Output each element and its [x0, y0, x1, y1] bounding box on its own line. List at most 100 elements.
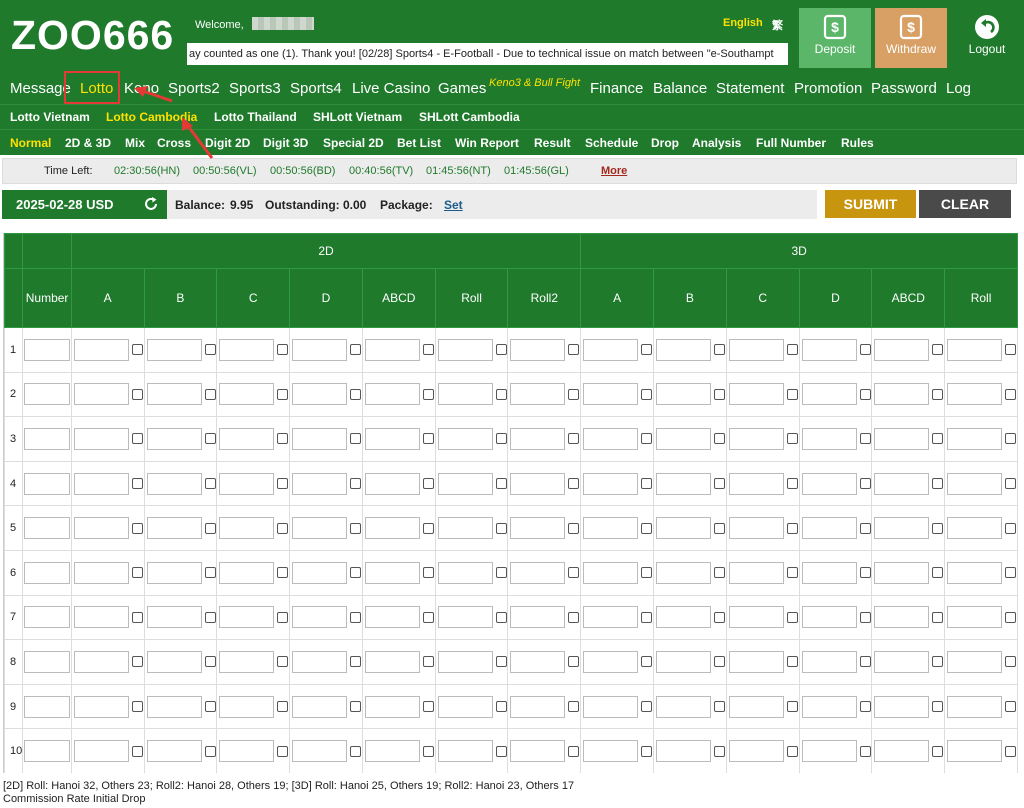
amount-input[interactable] [73, 561, 129, 584]
amount-input[interactable] [219, 383, 275, 406]
amount-input[interactable] [292, 338, 348, 361]
bet-checkbox[interactable] [204, 701, 216, 713]
bet-checkbox[interactable] [568, 478, 580, 490]
amount-input[interactable] [146, 427, 202, 450]
bet-checkbox[interactable] [641, 433, 653, 445]
bet-checkbox[interactable] [1005, 701, 1017, 713]
amount-input[interactable] [874, 427, 930, 450]
bet-checkbox[interactable] [204, 478, 216, 490]
bet-checkbox[interactable] [422, 388, 434, 400]
amount-input[interactable] [583, 472, 639, 495]
bet-checkbox[interactable] [350, 388, 362, 400]
amount-input[interactable] [510, 472, 566, 495]
bet-checkbox[interactable] [277, 433, 289, 445]
amount-input[interactable] [801, 472, 857, 495]
amount-input[interactable] [437, 517, 493, 540]
bet-checkbox[interactable] [786, 388, 798, 400]
bet-checkbox[interactable] [1005, 478, 1017, 490]
bet-checkbox[interactable] [1005, 388, 1017, 400]
bet-checkbox[interactable] [422, 433, 434, 445]
bet-checkbox[interactable] [277, 522, 289, 534]
bet-checkbox[interactable] [641, 745, 653, 757]
amount-input[interactable] [364, 561, 420, 584]
amount-input[interactable] [437, 740, 493, 763]
bet-checkbox[interactable] [1005, 611, 1017, 623]
amount-input[interactable] [728, 606, 784, 629]
amount-input[interactable] [947, 427, 1003, 450]
amount-input[interactable] [728, 472, 784, 495]
amount-input[interactable] [801, 427, 857, 450]
amount-input[interactable] [728, 517, 784, 540]
bet-checkbox[interactable] [495, 701, 507, 713]
amount-input[interactable] [146, 472, 202, 495]
bet-checkbox[interactable] [1005, 567, 1017, 579]
amount-input[interactable] [656, 561, 711, 584]
amount-input[interactable] [292, 740, 348, 763]
amount-input[interactable] [437, 695, 493, 718]
bet-checkbox[interactable] [422, 344, 434, 356]
amount-input[interactable] [510, 561, 566, 584]
tab-cross[interactable]: Cross [157, 136, 191, 150]
tab-analysis[interactable]: Analysis [692, 136, 741, 150]
bet-checkbox[interactable] [568, 745, 580, 757]
nav-keno[interactable]: Keno [124, 80, 159, 97]
tab-digit-3d[interactable]: Digit 3D [263, 136, 308, 150]
amount-input[interactable] [219, 650, 275, 673]
amount-input[interactable] [364, 338, 420, 361]
bet-checkbox[interactable] [1005, 344, 1017, 356]
amount-input[interactable] [874, 561, 930, 584]
bet-checkbox[interactable] [568, 701, 580, 713]
bet-checkbox[interactable] [277, 611, 289, 623]
amount-input[interactable] [583, 606, 639, 629]
bet-checkbox[interactable] [714, 388, 725, 400]
bet-checkbox[interactable] [786, 656, 798, 668]
bet-checkbox[interactable] [422, 656, 434, 668]
bet-checkbox[interactable] [495, 611, 507, 623]
amount-input[interactable] [510, 606, 566, 629]
bet-checkbox[interactable] [786, 611, 798, 623]
bet-checkbox[interactable] [277, 745, 289, 757]
amount-input[interactable] [146, 383, 202, 406]
subnav-lotto-cambodia[interactable]: Lotto Cambodia [106, 110, 197, 124]
amount-input[interactable] [219, 606, 275, 629]
bet-checkbox[interactable] [714, 344, 725, 356]
bet-checkbox[interactable] [495, 478, 507, 490]
amount-input[interactable] [728, 695, 784, 718]
amount-input[interactable] [947, 740, 1003, 763]
bet-checkbox[interactable] [422, 745, 434, 757]
bet-checkbox[interactable] [641, 656, 653, 668]
amount-input[interactable] [437, 650, 493, 673]
bet-checkbox[interactable] [786, 567, 798, 579]
amount-input[interactable] [583, 561, 639, 584]
more-times-link[interactable]: More [601, 165, 627, 177]
bet-checkbox[interactable] [714, 656, 725, 668]
tab-result[interactable]: Result [534, 136, 571, 150]
number-input[interactable] [24, 383, 71, 406]
amount-input[interactable] [364, 695, 420, 718]
amount-input[interactable] [801, 740, 857, 763]
amount-input[interactable] [728, 383, 784, 406]
amount-input[interactable] [874, 695, 930, 718]
amount-input[interactable] [219, 427, 275, 450]
amount-input[interactable] [73, 740, 129, 763]
tab-normal[interactable]: Normal [10, 136, 51, 150]
amount-input[interactable] [583, 427, 639, 450]
amount-input[interactable] [364, 472, 420, 495]
bet-checkbox[interactable] [859, 701, 871, 713]
amount-input[interactable] [874, 338, 930, 361]
bet-checkbox[interactable] [495, 522, 507, 534]
bet-checkbox[interactable] [495, 344, 507, 356]
number-input[interactable] [24, 650, 71, 673]
bet-checkbox[interactable] [131, 388, 143, 400]
amount-input[interactable] [728, 561, 784, 584]
amount-input[interactable] [437, 427, 493, 450]
bet-checkbox[interactable] [786, 522, 798, 534]
amount-input[interactable] [801, 517, 857, 540]
tab-digit-2d[interactable]: Digit 2D [205, 136, 250, 150]
amount-input[interactable] [146, 740, 202, 763]
amount-input[interactable] [73, 472, 129, 495]
amount-input[interactable] [728, 650, 784, 673]
amount-input[interactable] [146, 517, 202, 540]
bet-checkbox[interactable] [932, 701, 944, 713]
amount-input[interactable] [510, 740, 566, 763]
